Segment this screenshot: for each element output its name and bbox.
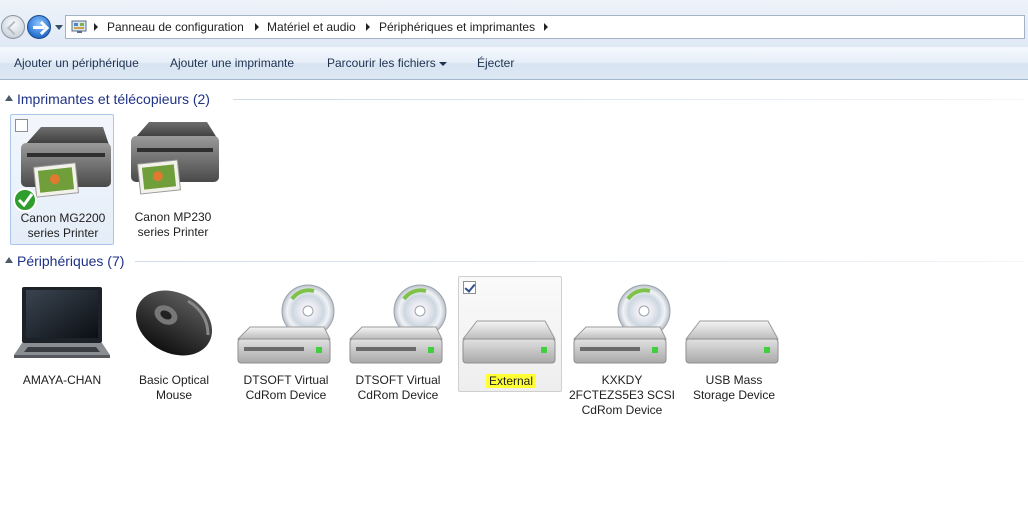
printer-canon-mg2200[interactable]: Canon MG2200 series Printer: [10, 114, 114, 245]
collapse-devices-group-icon[interactable]: [5, 257, 13, 263]
command-bar: Ajouter un périphérique Ajouter une impr…: [0, 47, 1028, 80]
printer-canon-mp230[interactable]: Canon MP230 series Printer: [121, 114, 225, 245]
browse-files-button[interactable]: Parcourir les fichiers: [327, 56, 436, 70]
device-label: USB Mass Storage Device: [692, 373, 776, 402]
device-dtsoft-virtual-cdrom-2[interactable]: DTSOFT Virtual CdRom Device: [346, 277, 450, 402]
device-label: KXKDY 2FCTEZS5E3 SCSI CdRom Device: [568, 373, 676, 417]
breadcrumb-control-panel[interactable]: Panneau de configuration: [107, 20, 244, 34]
device-label: External: [453, 374, 569, 389]
hard-drive-icon: [684, 320, 779, 364]
breadcrumb-hardware-sound[interactable]: Matériel et audio: [267, 20, 356, 34]
device-dtsoft-virtual-cdrom-1[interactable]: DTSOFT Virtual CdRom Device: [234, 277, 338, 402]
forward-button-icon[interactable]: [27, 15, 51, 39]
back-button-icon[interactable]: [1, 15, 25, 39]
add-printer-button[interactable]: Ajouter une imprimante: [170, 56, 294, 70]
group-divider: [135, 261, 1023, 262]
device-external[interactable]: External: [458, 276, 562, 392]
address-bar[interactable]: Panneau de configuration Matériel et aud…: [65, 15, 1025, 39]
device-amaya-chan[interactable]: AMAYA-CHAN: [10, 277, 114, 397]
breadcrumb-separator-icon[interactable]: [255, 23, 259, 31]
browse-files-dropdown-icon[interactable]: [439, 62, 447, 66]
device-kxkdy-scsi-cdrom[interactable]: KXKDY 2FCTEZS5E3 SCSI CdRom Device: [569, 277, 675, 417]
device-label: Basic Optical Mouse: [138, 373, 210, 402]
control-panel-icon: [71, 20, 87, 33]
device-label: AMAYA-CHAN: [22, 373, 102, 387]
cdrom-drive-icon: [572, 284, 671, 364]
eject-button[interactable]: Éjecter: [477, 56, 514, 70]
breadcrumb-devices-printers[interactable]: Périphériques et imprimantes: [379, 20, 535, 34]
address-row: Panneau de configuration Matériel et aud…: [0, 0, 1028, 47]
printers-group-title[interactable]: Imprimantes et télécopieurs (2): [17, 91, 210, 107]
cdrom-drive-icon: [348, 284, 447, 364]
device-label: DTSOFT Virtual CdRom Device: [355, 373, 441, 402]
mouse-icon: [135, 290, 213, 356]
recent-pages-dropdown-icon[interactable]: [55, 25, 63, 30]
laptop-icon: [14, 287, 110, 358]
device-label: Canon MP230 series Printer: [134, 210, 212, 239]
collapse-printers-group-icon[interactable]: [5, 95, 13, 101]
add-device-button[interactable]: Ajouter un périphérique: [14, 56, 139, 70]
breadcrumb-separator-icon[interactable]: [94, 23, 98, 31]
select-device-checkbox[interactable]: [463, 281, 476, 294]
device-label: DTSOFT Virtual CdRom Device: [243, 373, 329, 402]
group-divider: [233, 99, 1023, 100]
device-basic-optical-mouse[interactable]: Basic Optical Mouse: [122, 277, 226, 402]
select-printer-checkbox[interactable]: [15, 119, 28, 132]
device-usb-mass-storage[interactable]: USB Mass Storage Device: [682, 277, 786, 402]
breadcrumb-separator-icon[interactable]: [544, 23, 548, 31]
devices-group-title[interactable]: Périphériques (7): [17, 253, 124, 269]
device-label: Canon MG2200 series Printer: [20, 211, 106, 240]
breadcrumb-separator-icon[interactable]: [366, 23, 370, 31]
printer-icon: [131, 122, 219, 195]
cdrom-drive-icon: [236, 284, 335, 364]
